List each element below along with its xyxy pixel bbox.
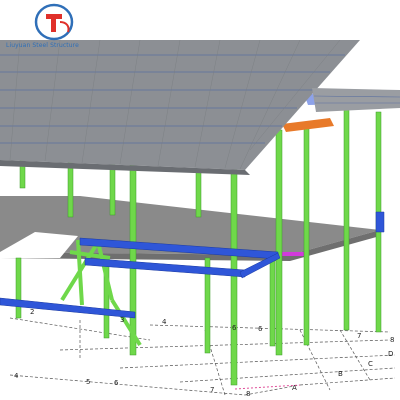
grid-label: D	[388, 350, 393, 358]
model-viewport[interactable]: 2 3 4 6 6 7 8 D C B 4 5 6 7 8 A Liuyuan …	[0, 0, 400, 400]
grid-label: A	[292, 384, 297, 392]
side-roof	[312, 88, 400, 112]
company-logo: Liuyuan Steel Structure	[6, 2, 102, 54]
grid-label: 7	[357, 332, 361, 340]
steel-structure-3d-model: 2 3 4 6 6 7 8 D C B 4 5 6 7 8 A	[0, 39, 400, 398]
logo-mark-icon	[34, 3, 74, 41]
grid-label: 4	[14, 372, 19, 380]
grid-label: B	[338, 370, 343, 378]
ground-grid	[9, 317, 396, 396]
grid-label: 8	[390, 336, 394, 344]
grid-label: 5	[86, 378, 90, 386]
grid-label: C	[368, 360, 373, 368]
grid-labels: 2 3 4 6 6 7 8 D C B 4 5 6 7 8 A	[14, 308, 394, 398]
grid-label: 2	[30, 308, 34, 316]
grid-label: 6	[114, 379, 119, 387]
grid-label: 3	[120, 316, 124, 324]
company-name: Liuyuan Steel Structure	[6, 42, 79, 49]
grid-label: 6	[232, 324, 237, 332]
grid-label: 8	[246, 390, 250, 398]
grid-label: 4	[162, 318, 167, 326]
grid-label: 7	[210, 386, 214, 394]
grid-label: 6	[258, 325, 263, 333]
